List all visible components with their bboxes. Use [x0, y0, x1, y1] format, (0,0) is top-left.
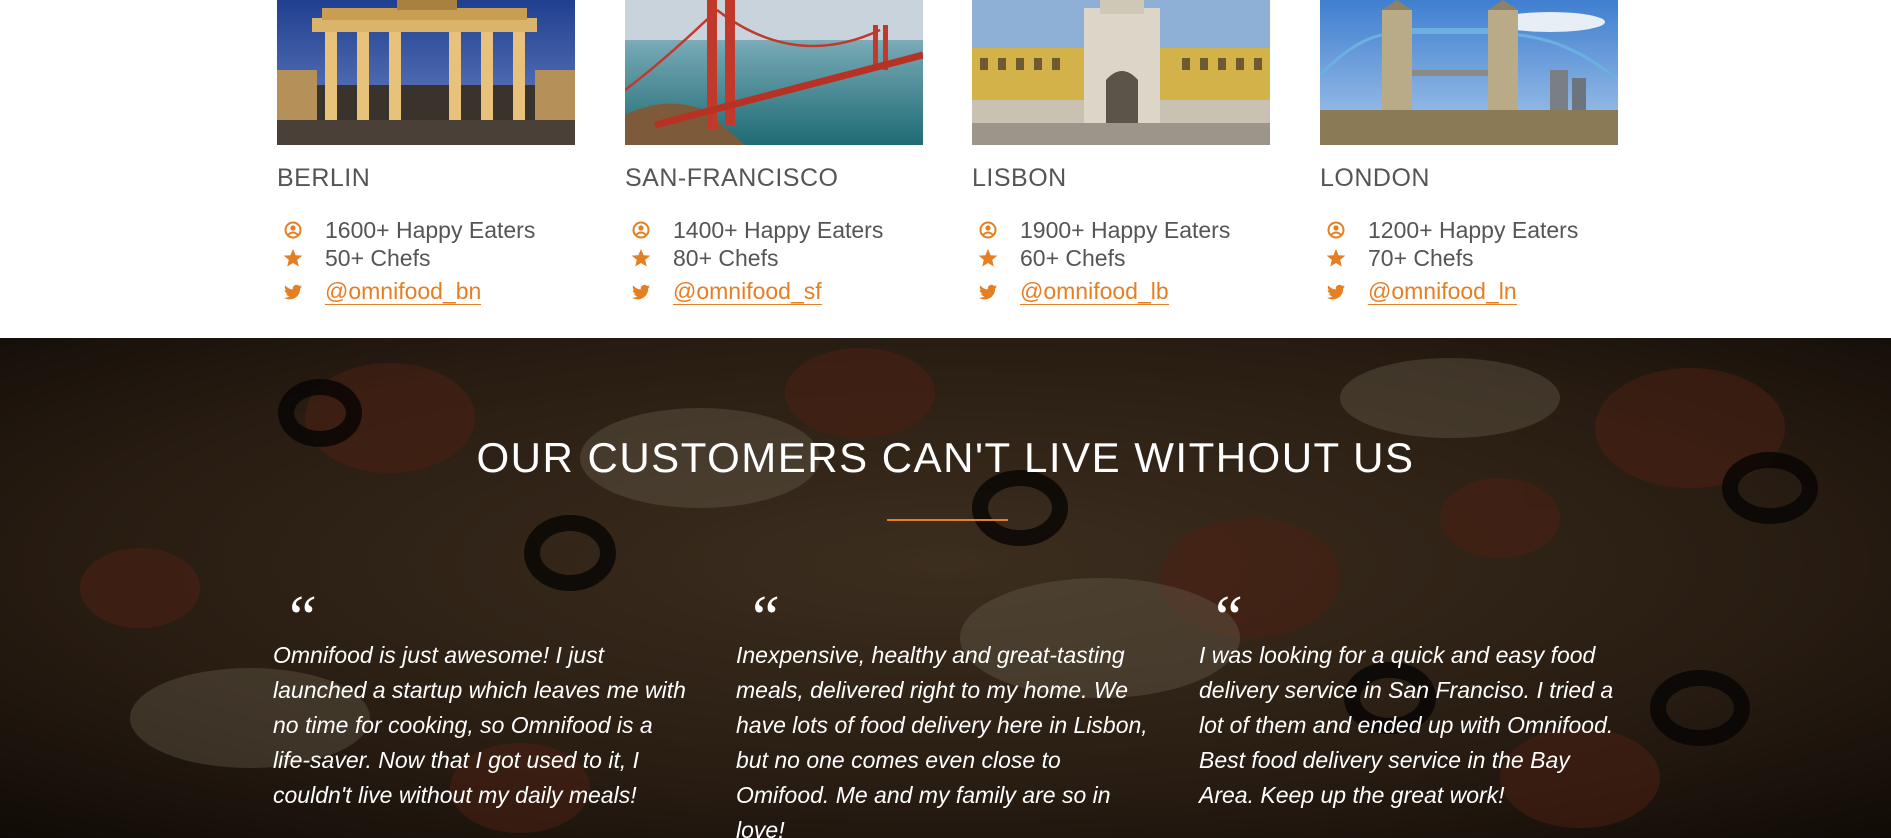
star-icon [631, 249, 651, 267]
tower-bridge-photo [1320, 0, 1618, 145]
chefs-text: 80+ Chefs [673, 245, 779, 271]
star-icon [283, 249, 303, 267]
twitter-icon [632, 284, 650, 300]
twitter-icon [979, 284, 997, 300]
city-berlin: BERLIN 1600+ Happy Eaters 50+ Chefs @omn… [277, 0, 575, 305]
star-icon [1326, 249, 1346, 267]
title-underline [887, 519, 1008, 521]
star-icon [978, 249, 998, 267]
chefs-row: 60+ Chefs [972, 244, 1272, 272]
happy-eaters-row: 1600+ Happy Eaters [277, 216, 577, 244]
happy-eaters-row: 1900+ Happy Eaters [972, 216, 1272, 244]
testimonial-text: I was looking for a quick and easy food … [1199, 642, 1614, 808]
twitter-row: @omnifood_ln [1320, 278, 1620, 306]
testimonials-section: OUR CUSTOMERS CAN'T LIVE WITHOUT US “ Om… [0, 338, 1891, 838]
twitter-row: @omnifood_bn [277, 278, 577, 306]
berlin-brandenburg-gate-photo [277, 0, 575, 145]
chefs-text: 70+ Chefs [1368, 245, 1474, 271]
city-name: SAN-FRANCISCO [625, 164, 839, 192]
city-name: BERLIN [277, 164, 371, 192]
user-circle-icon [1327, 221, 1345, 239]
chefs-row: 80+ Chefs [625, 244, 925, 272]
chefs-row: 70+ Chefs [1320, 244, 1620, 272]
happy-eaters-text: 1900+ Happy Eaters [1020, 217, 1231, 243]
chefs-row: 50+ Chefs [277, 244, 577, 272]
golden-gate-bridge-photo [625, 0, 923, 145]
happy-eaters-text: 1400+ Happy Eaters [673, 217, 884, 243]
user-circle-icon [632, 221, 650, 239]
happy-eaters-row: 1200+ Happy Eaters [1320, 216, 1620, 244]
testimonial-text: Omnifood is just awesome! I just launche… [273, 642, 686, 808]
twitter-row: @omnifood_lb [972, 278, 1272, 306]
twitter-link[interactable]: @omnifood_ln [1368, 278, 1517, 305]
twitter-link[interactable]: @omnifood_bn [325, 278, 482, 305]
chefs-text: 60+ Chefs [1020, 245, 1126, 271]
happy-eaters-text: 1600+ Happy Eaters [325, 217, 536, 243]
city-london: LONDON 1200+ Happy Eaters 70+ Chefs @omn… [1320, 0, 1618, 305]
cities-section: BERLIN 1600+ Happy Eaters 50+ Chefs @omn… [0, 0, 1891, 338]
city-name: LONDON [1320, 164, 1430, 192]
user-circle-icon [284, 221, 302, 239]
user-circle-icon [979, 221, 997, 239]
city-san-francisco: SAN-FRANCISCO 1400+ Happy Eaters 80+ Che… [625, 0, 923, 305]
section-title: OUR CUSTOMERS CAN'T LIVE WITHOUT US [476, 434, 1415, 481]
twitter-link[interactable]: @omnifood_lb [1020, 278, 1169, 305]
happy-eaters-row: 1400+ Happy Eaters [625, 216, 925, 244]
twitter-icon [1327, 284, 1345, 300]
twitter-link[interactable]: @omnifood_sf [673, 278, 822, 305]
lisbon-arch-photo [972, 0, 1270, 145]
city-lisbon: LISBON 1900+ Happy Eaters 60+ Chefs @omn… [972, 0, 1270, 305]
city-name: LISBON [972, 164, 1067, 192]
happy-eaters-text: 1200+ Happy Eaters [1368, 217, 1579, 243]
twitter-icon [284, 284, 302, 300]
chefs-text: 50+ Chefs [325, 245, 431, 271]
twitter-row: @omnifood_sf [625, 278, 925, 306]
testimonial-text: Inexpensive, healthy and great-tasting m… [736, 642, 1148, 838]
